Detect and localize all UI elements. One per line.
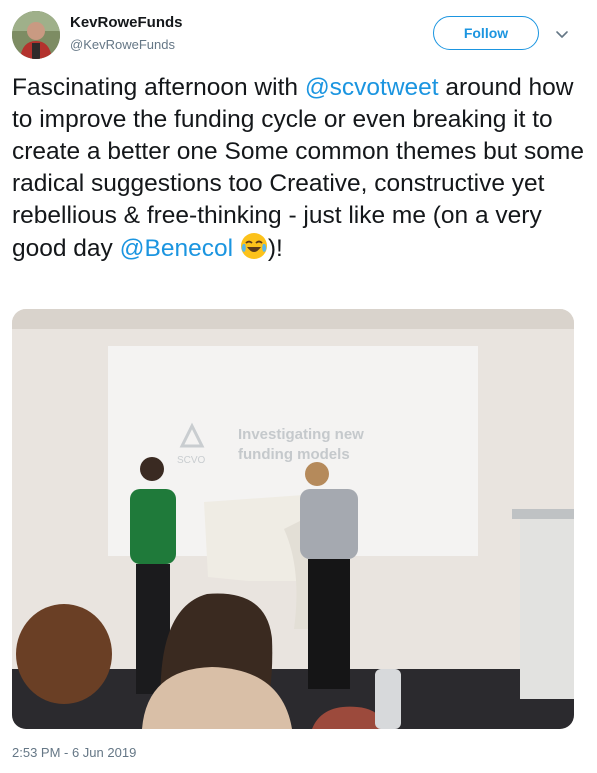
lectern xyxy=(512,509,574,699)
tweet-text-part-3: )! xyxy=(267,235,283,262)
slide-title-line-2: funding models xyxy=(238,446,350,463)
user-handle[interactable]: @KevRoweFunds xyxy=(70,37,175,52)
tweet-timestamp[interactable]: 2:53 PM - 6 Jun 2019 xyxy=(12,745,136,760)
media-photo[interactable]: SCVO Investigating new funding models xyxy=(12,309,574,729)
mention-scvotweet[interactable]: @scvotweet xyxy=(305,74,439,101)
chevron-down-icon[interactable] xyxy=(554,26,570,42)
display-name[interactable]: KevRoweFunds xyxy=(70,14,183,31)
avatar[interactable] xyxy=(12,11,60,59)
follow-button[interactable]: Follow xyxy=(433,16,539,50)
slide-title-line-1: Investigating new xyxy=(238,426,364,443)
conference-photo: SCVO Investigating new funding models xyxy=(12,309,574,729)
tweet-text-part-1: Fascinating afternoon with xyxy=(12,74,305,101)
slide-brand: SCVO xyxy=(177,455,206,466)
avatar-photo xyxy=(12,11,60,59)
mention-benecol[interactable]: @Benecol xyxy=(120,235,233,262)
presenter-right xyxy=(300,462,358,689)
tweet-text-part-2: around how to improve the funding cycle … xyxy=(12,74,584,262)
tears-of-joy-emoji-icon xyxy=(240,232,268,269)
tweet-text: Fascinating afternoon with @scvotweet ar… xyxy=(12,72,584,269)
